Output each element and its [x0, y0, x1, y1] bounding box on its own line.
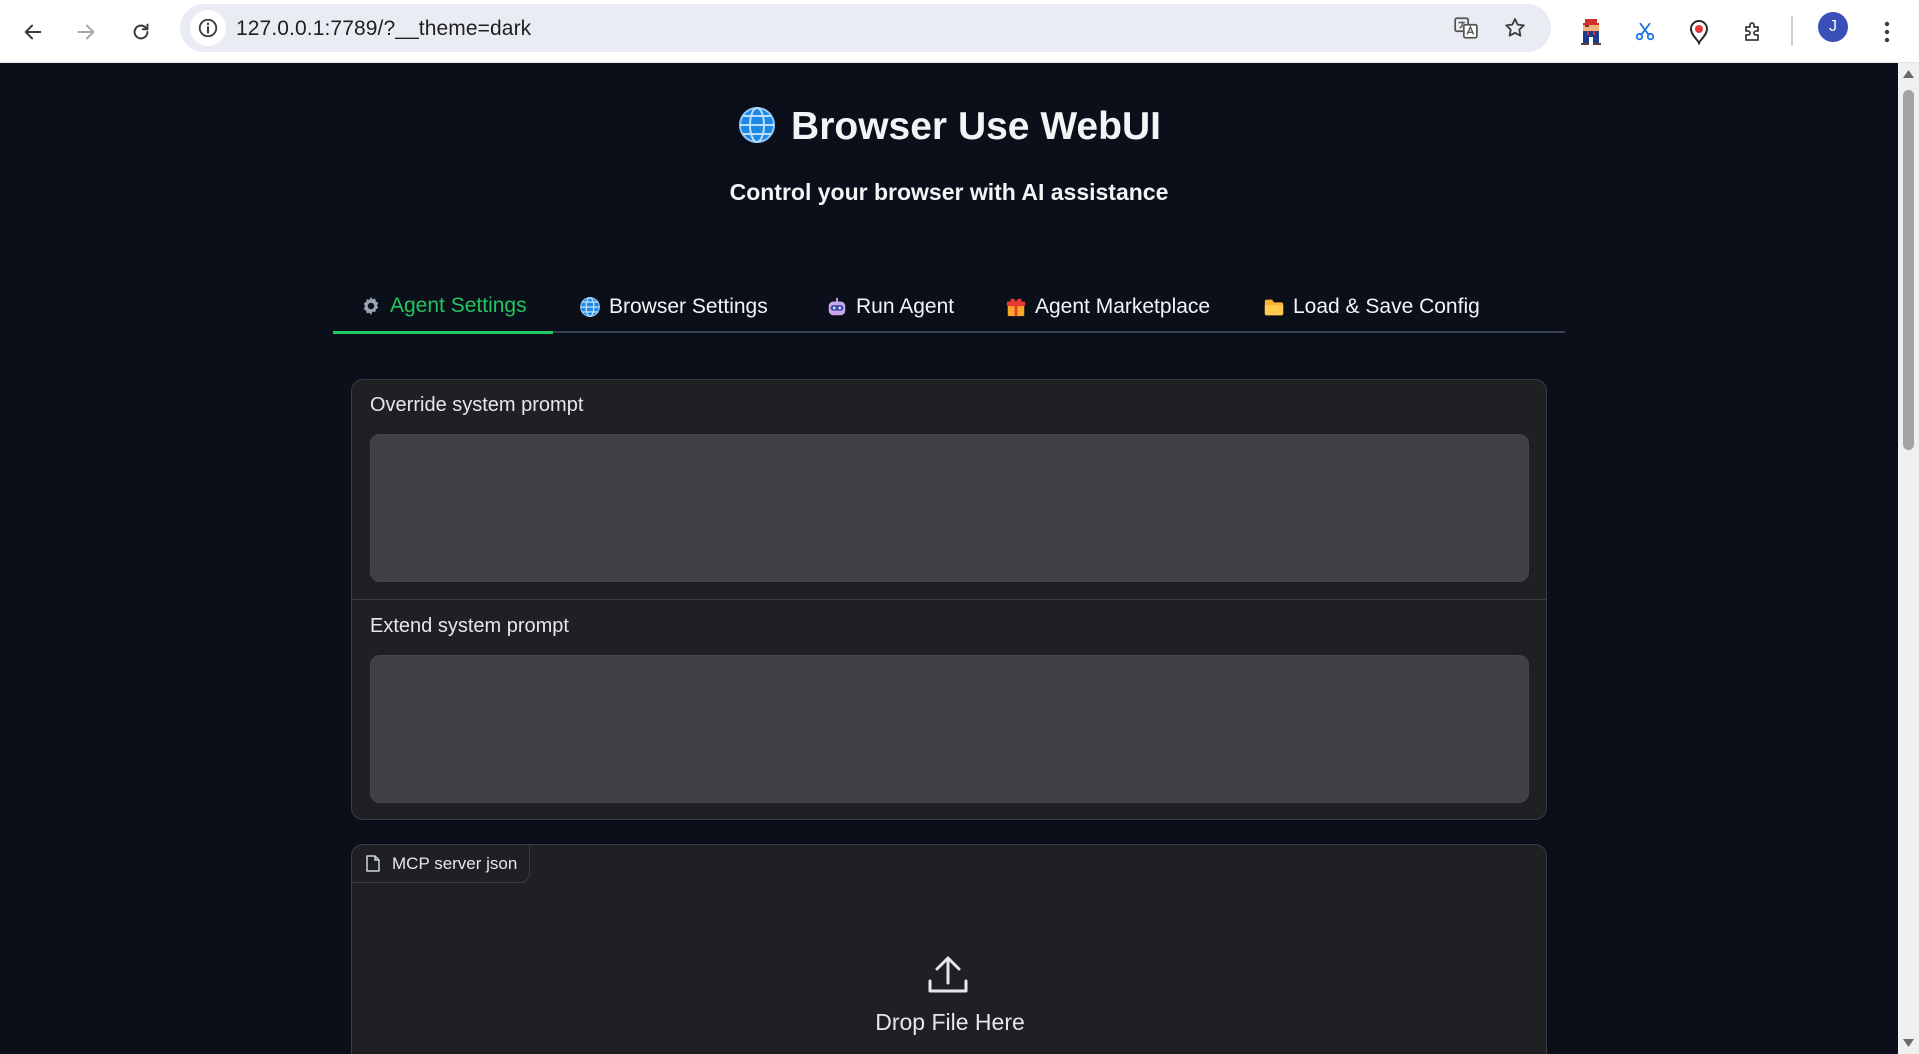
system-prompt-panel: Override system prompt Extend system pro…	[351, 379, 1547, 820]
robot-icon	[825, 295, 849, 319]
upload-icon	[927, 955, 969, 1000]
tab-run-agent-label: Run Agent	[856, 295, 955, 318]
tab-agent-settings-label: Agent Settings	[390, 294, 527, 317]
toolbar-divider	[1791, 16, 1793, 46]
globe-icon	[578, 295, 602, 319]
extension-pin-button[interactable]	[1677, 10, 1721, 54]
puzzle-icon	[1745, 22, 1759, 41]
translate-icon	[1454, 17, 1478, 39]
address-bar[interactable]: 127.0.0.1:7789/?__theme=dark	[180, 4, 1551, 52]
page-content: Browser Use WebUI Control your browser w…	[0, 63, 1898, 1054]
browser-toolbar: 127.0.0.1:7789/?__theme=dark J	[0, 0, 1919, 63]
folder-icon	[1262, 295, 1286, 319]
site-info-button[interactable]	[190, 10, 226, 46]
scroll-thumb[interactable]	[1903, 90, 1914, 450]
info-icon	[198, 18, 218, 38]
scroll-up-arrow-icon[interactable]	[1902, 68, 1915, 80]
page-scrollbar[interactable]	[1898, 63, 1919, 1054]
gear-icon	[359, 294, 383, 318]
extension-scissors-button[interactable]	[1623, 10, 1667, 54]
arrow-right-icon	[77, 24, 95, 40]
tab-agent-settings[interactable]: Agent Settings	[333, 281, 553, 334]
tab-load-save-config-label: Load & Save Config	[1293, 295, 1480, 318]
app-subtitle: Control your browser with AI assistance	[729, 179, 1169, 205]
tab-browser-settings[interactable]: Browser Settings	[552, 281, 794, 333]
tab-run-agent[interactable]: Run Agent	[799, 281, 980, 333]
star-icon	[1505, 18, 1525, 37]
override-prompt-label: Override system prompt	[370, 394, 584, 416]
profile-avatar[interactable]: J	[1818, 12, 1848, 42]
reload-icon	[133, 23, 149, 40]
extensions-menu-button[interactable]	[1731, 10, 1775, 54]
app-title-text: Browser Use WebUI	[791, 105, 1161, 148]
extend-prompt-label: Extend system prompt	[370, 615, 569, 637]
tab-bar: Agent Settings Browser Settings Run Agen…	[333, 281, 1565, 334]
reload-button[interactable]	[119, 10, 163, 54]
back-button[interactable]	[11, 10, 55, 54]
mcp-file-upload[interactable]: MCP server json Drop File Here	[351, 844, 1547, 1054]
file-icon	[366, 855, 380, 872]
override-prompt-textarea[interactable]	[370, 434, 1529, 582]
tab-load-save-config[interactable]: Load & Save Config	[1236, 281, 1506, 333]
scroll-down-arrow-icon[interactable]	[1902, 1037, 1915, 1049]
upload-label-text: MCP server json	[392, 853, 518, 873]
extend-prompt-textarea[interactable]	[370, 655, 1529, 803]
mario-extension-icon	[1581, 19, 1601, 45]
upload-label: MCP server json	[351, 844, 531, 883]
more-vertical-icon	[1884, 21, 1890, 43]
tab-browser-settings-label: Browser Settings	[609, 295, 768, 318]
browser-menu-button[interactable]	[1865, 10, 1909, 54]
drop-file-text: Drop File Here	[875, 1009, 1025, 1035]
translate-button[interactable]	[1451, 13, 1481, 43]
tab-agent-marketplace[interactable]: Agent Marketplace	[978, 281, 1236, 333]
gift-icon	[1004, 295, 1028, 319]
globe-icon	[737, 105, 777, 155]
scissors-icon	[1635, 22, 1655, 41]
forward-button[interactable]	[64, 10, 108, 54]
tab-agent-marketplace-label: Agent Marketplace	[1035, 295, 1211, 318]
extension-mario-button[interactable]	[1569, 10, 1613, 54]
bookmark-button[interactable]	[1500, 13, 1530, 43]
url-text[interactable]: 127.0.0.1:7789/?__theme=dark	[236, 17, 531, 41]
app-title: Browser Use WebUI	[0, 105, 1898, 155]
arrow-left-icon	[24, 24, 42, 40]
panel-divider	[352, 599, 1546, 600]
map-pin-icon	[1689, 20, 1709, 45]
